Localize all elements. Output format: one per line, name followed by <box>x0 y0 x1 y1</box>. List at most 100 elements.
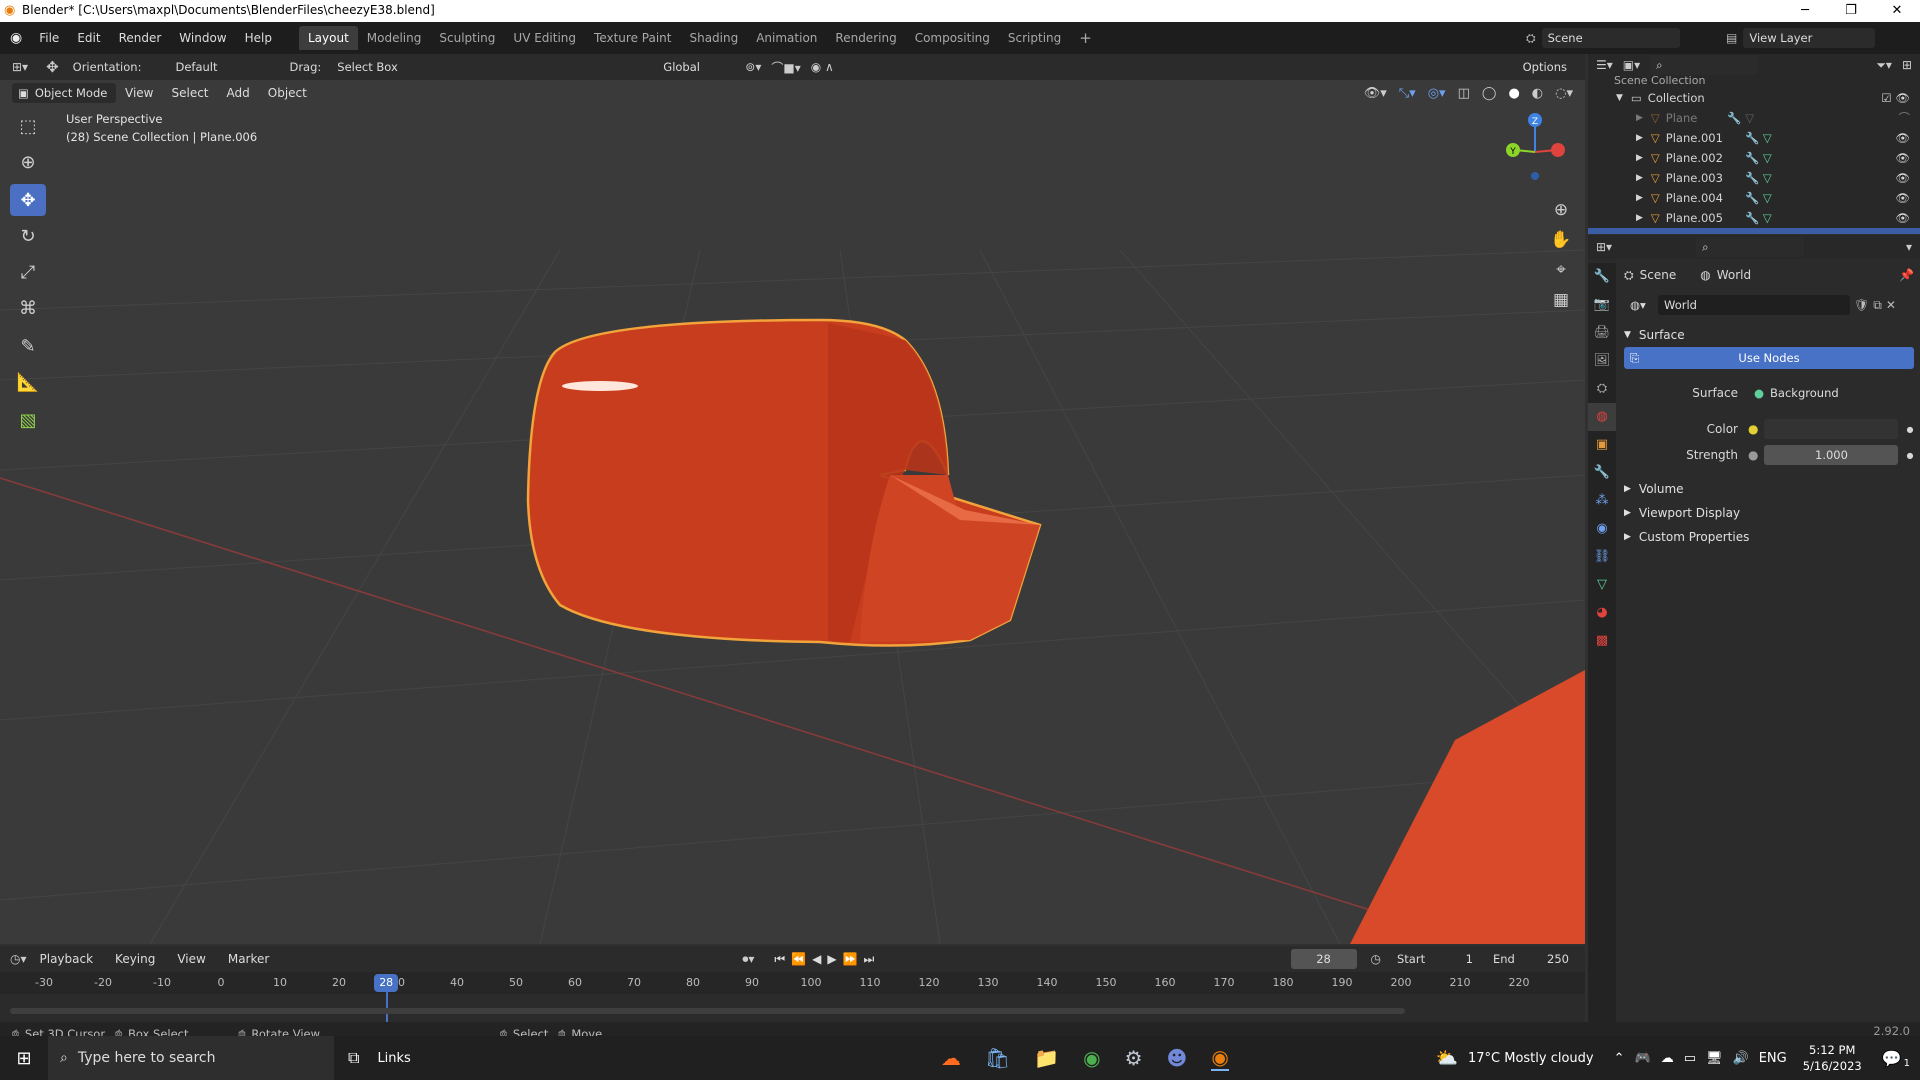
material-tab-icon[interactable]: ◕ <box>1588 599 1616 627</box>
transform-tool-icon[interactable]: ⌘ <box>10 292 46 324</box>
discord-icon[interactable]: ☻ <box>1167 1046 1188 1070</box>
surface-panel-header[interactable]: ▼ Surface <box>1624 323 1914 347</box>
menu-render[interactable]: Render <box>110 22 171 54</box>
preview-range-icon[interactable]: ◷ <box>1371 952 1381 966</box>
view-layer-tab-icon[interactable]: 🖼 <box>1588 347 1616 375</box>
tray-battery-icon[interactable]: ▭ <box>1684 1051 1696 1066</box>
properties-search-input[interactable]: ⌕ <box>1696 237 1805 257</box>
links-toolbar[interactable]: Links <box>377 1051 410 1066</box>
overlay-toggle-icon[interactable]: ◎▾ <box>1428 86 1446 101</box>
tab-rendering[interactable]: Rendering <box>826 26 905 50</box>
wireframe-shading-icon[interactable]: ◯ <box>1482 86 1497 101</box>
eye-icon[interactable]: 👁 <box>1895 148 1910 168</box>
close-button[interactable]: ✕ <box>1874 0 1920 22</box>
add-workspace-icon[interactable]: + <box>1070 26 1101 50</box>
viewport-display-panel-header[interactable]: ▶ Viewport Display <box>1624 501 1914 525</box>
tray-chevron-icon[interactable]: ⌃ <box>1614 1051 1625 1066</box>
orientation-dropdown[interactable]: Default <box>169 57 268 77</box>
notifications-icon[interactable]: 💬 <box>1882 1049 1902 1068</box>
transform-orientation-dropdown[interactable]: Global <box>657 57 734 77</box>
use-nodes-button[interactable]: ⎘ Use Nodes <box>1624 347 1914 369</box>
physics-tab-icon[interactable]: ◉ <box>1588 515 1616 543</box>
tray-network-icon[interactable]: 🖥 <box>1706 1051 1723 1066</box>
keyframe-dot-icon[interactable]: ● <box>1906 425 1913 434</box>
zoom-icon[interactable]: ⊕ <box>1550 195 1572 225</box>
outliner-item[interactable]: ▶ ▽ Plane.005 🔧 ▽ 👁 <box>1588 208 1920 228</box>
eye-icon[interactable]: 👁 <box>1895 128 1910 148</box>
output-tab-icon[interactable]: 🖨 <box>1588 319 1616 347</box>
timeline-scrollbar[interactable] <box>10 1008 1405 1014</box>
tray-volume-icon[interactable]: 🔊 <box>1733 1051 1749 1066</box>
timeline-view-menu[interactable]: View <box>168 946 214 972</box>
menu-help[interactable]: Help <box>236 22 281 54</box>
keying-menu[interactable]: Keying <box>106 946 164 972</box>
menu-edit[interactable]: Edit <box>68 22 109 54</box>
auto-keying-icon[interactable]: ⏺▾ <box>742 952 754 967</box>
display-mode-icon[interactable]: ▣▾ <box>1623 58 1640 72</box>
fake-user-icon[interactable]: 🛡 <box>1854 298 1869 312</box>
marker-menu[interactable]: Marker <box>219 946 278 972</box>
weather-text[interactable]: 17°C Mostly cloudy <box>1468 1051 1594 1066</box>
camera-icon[interactable]: ⌖ <box>1550 255 1572 285</box>
annotate-tool-icon[interactable]: ✎ <box>10 330 46 362</box>
playhead-marker[interactable]: 28 <box>374 974 399 992</box>
xray-icon[interactable]: ◫ <box>1458 86 1470 101</box>
selected-row-partial[interactable] <box>1588 228 1920 234</box>
minimize-button[interactable]: ─ <box>1782 0 1828 22</box>
volume-panel-header[interactable]: ▶ Volume <box>1624 477 1914 501</box>
tray-gamepad-icon[interactable]: 🎮 <box>1635 1051 1651 1066</box>
snap-icon[interactable]: ⌒■▾ <box>771 59 800 76</box>
scene-field[interactable]: Scene <box>1541 28 1680 48</box>
tray-onedrive-icon[interactable]: ☁ <box>1661 1051 1674 1066</box>
eye-icon[interactable]: 👁 <box>1895 168 1910 188</box>
scene-collection-row[interactable]: Scene Collection <box>1588 76 1920 88</box>
view-layer-field[interactable]: View Layer <box>1743 28 1876 48</box>
world-browse-icon[interactable]: ◍▾ <box>1624 295 1654 315</box>
timeline-editor-icon[interactable]: ◷▾ <box>10 952 27 966</box>
new-world-icon[interactable]: ⧉ <box>1873 298 1882 313</box>
hidden-eye-icon[interactable]: ⌒ <box>1899 108 1911 128</box>
playback-menu[interactable]: Playback <box>31 946 103 972</box>
collection-checkbox-icon[interactable]: ☑ 👁 <box>1881 88 1910 108</box>
clock[interactable]: 5:12 PM 5/16/2023 <box>1803 1042 1862 1074</box>
world-name-field[interactable]: World <box>1658 295 1850 315</box>
tool-tab-icon[interactable]: 🔧 <box>1588 263 1616 291</box>
tab-layout[interactable]: Layout <box>298 26 358 50</box>
pan-hand-icon[interactable]: ✋ <box>1550 225 1572 255</box>
eye-icon[interactable]: 👁 <box>1895 208 1910 228</box>
options-dropdown[interactable]: Options <box>1516 57 1573 77</box>
pin-icon[interactable]: 📌 <box>1899 268 1914 282</box>
playback-controls[interactable]: ⏮⏪◀▶⏩⏭ <box>774 952 880 967</box>
file-explorer-icon[interactable]: 📁 <box>1034 1046 1059 1070</box>
3d-viewport[interactable]: User Perspective (28) Scene Collection |… <box>0 80 1585 944</box>
select-box-tool-icon[interactable]: ⬚ <box>10 110 46 142</box>
unlink-world-icon[interactable]: ✕ <box>1886 298 1896 312</box>
start-frame-field[interactable]: Start 1 <box>1391 949 1479 969</box>
windows-start-icon[interactable]: ⊞ <box>0 1048 48 1069</box>
frame-ruler[interactable]: -30-20-100102030405060708090100110120130… <box>0 972 1585 1022</box>
particles-tab-icon[interactable]: ⁂ <box>1588 487 1616 515</box>
proportional-edit-icon[interactable]: ◉ ∧ <box>811 60 834 74</box>
chrome-icon[interactable]: ◉ <box>1083 1046 1100 1070</box>
menu-file[interactable]: File <box>30 22 68 54</box>
world-tab-icon[interactable]: ◍ <box>1588 403 1616 431</box>
color-socket-icon[interactable]: ● <box>1748 422 1758 436</box>
material-shading-icon[interactable]: ◐ <box>1532 86 1543 101</box>
ortho-grid-icon[interactable]: ▦ <box>1550 285 1572 315</box>
modifier-tab-icon[interactable]: 🔧 <box>1588 459 1616 487</box>
tab-modeling[interactable]: Modeling <box>358 26 431 50</box>
visibility-icon[interactable]: 👁▾ <box>1364 86 1387 101</box>
editor-type-icon[interactable]: ⊞▾ <box>12 60 28 74</box>
texture-tab-icon[interactable]: ▩ <box>1588 627 1616 655</box>
task-view-icon[interactable]: ⧉ <box>348 1048 359 1068</box>
outliner-item[interactable]: ▶ ▽ Plane.001 🔧 ▽ 👁 <box>1588 128 1920 148</box>
store-icon[interactable]: 🛍 <box>985 1046 1010 1070</box>
drag-dropdown[interactable]: Select Box <box>331 57 418 77</box>
maximize-button[interactable]: ❐ <box>1828 0 1874 22</box>
data-tab-icon[interactable]: ▽ <box>1588 571 1616 599</box>
tab-sculpting[interactable]: Sculpting <box>430 26 504 50</box>
add-cube-tool-icon[interactable]: ▧ <box>10 404 46 436</box>
tab-uv-editing[interactable]: UV Editing <box>504 26 585 50</box>
viewport-menu-select[interactable]: Select <box>162 80 217 106</box>
tab-texture-paint[interactable]: Texture Paint <box>585 26 680 50</box>
